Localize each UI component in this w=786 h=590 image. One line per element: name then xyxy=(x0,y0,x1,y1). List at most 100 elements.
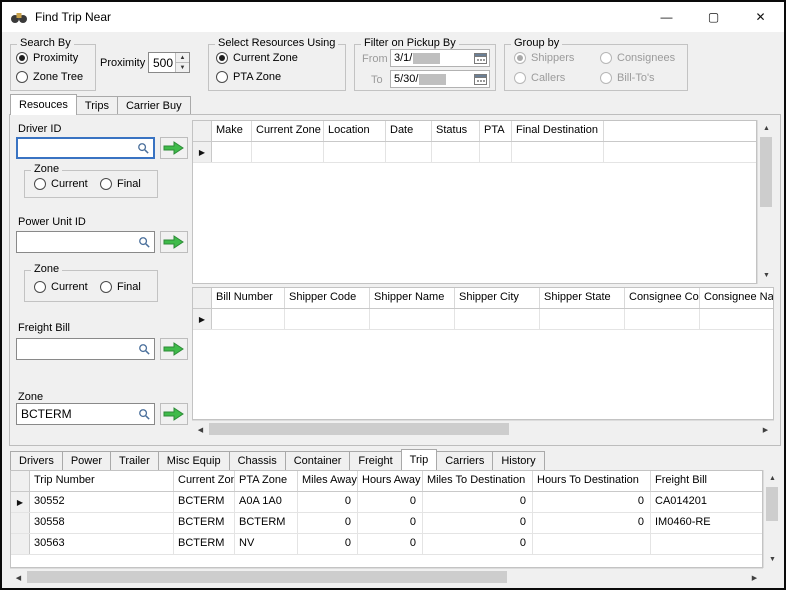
radio-bill-tos[interactable]: Bill-To's xyxy=(600,72,655,84)
scrollbar-thumb[interactable] xyxy=(760,137,772,207)
cell-hours-to-destination[interactable]: 0 xyxy=(533,513,651,533)
cell-trip-number[interactable]: 30552 xyxy=(30,492,174,512)
table-row[interactable]: 30558 BCTERM BCTERM 0 0 0 0 IM0460-RE xyxy=(11,513,762,534)
cell-hours-away[interactable]: 0 xyxy=(358,492,423,512)
column-header-hours-away[interactable]: Hours Away xyxy=(358,471,423,491)
scroll-down-icon[interactable]: ▼ xyxy=(758,267,775,284)
cell-trip-number[interactable]: 30563 xyxy=(30,534,174,554)
radio-zone-tree[interactable]: Zone Tree xyxy=(16,71,83,83)
tab-carriers[interactable]: Carriers xyxy=(436,451,493,470)
tab-carrier-buy[interactable]: Carrier Buy xyxy=(117,96,191,115)
equipment-grid-new-row[interactable]: ▶ xyxy=(193,142,756,163)
tab-chassis[interactable]: Chassis xyxy=(229,451,286,470)
radio-shippers[interactable]: Shippers xyxy=(514,52,574,64)
spinner-down-icon[interactable]: ▼ xyxy=(176,63,189,72)
cell-miles-to-destination[interactable]: 0 xyxy=(423,492,533,512)
proximity-spinner[interactable]: 500 ▲ ▼ xyxy=(148,52,190,73)
scroll-left-icon[interactable]: ◀ xyxy=(10,569,27,586)
driver-id-input[interactable] xyxy=(16,137,155,159)
freight-bill-go-button[interactable] xyxy=(160,338,188,360)
column-header-shipper-state[interactable]: Shipper State xyxy=(540,288,625,308)
lookup-icon[interactable] xyxy=(135,140,152,156)
cell-freight-bill[interactable]: CA014201 xyxy=(651,492,763,512)
zone-input[interactable]: BCTERM xyxy=(16,403,155,425)
radio-proximity[interactable]: Proximity xyxy=(16,52,78,64)
tab-power[interactable]: Power xyxy=(62,451,111,470)
radio-power-zone-current[interactable]: Current xyxy=(34,281,88,293)
tab-resources[interactable]: Resouces xyxy=(10,94,77,115)
cell-hours-away[interactable]: 0 xyxy=(358,534,423,554)
shipment-grid-hscrollbar[interactable]: ◀ ▶ xyxy=(192,420,774,437)
cell-pta-zone[interactable]: A0A 1A0 xyxy=(235,492,298,512)
column-header-location[interactable]: Location xyxy=(324,121,386,141)
lookup-icon[interactable] xyxy=(136,234,153,250)
column-header-bill-number[interactable]: Bill Number xyxy=(212,288,285,308)
table-row[interactable]: ▶ 30552 BCTERM A0A 1A0 0 0 0 0 CA014201 xyxy=(11,492,762,513)
tab-drivers[interactable]: Drivers xyxy=(10,451,63,470)
cell-miles-away[interactable]: 0 xyxy=(298,492,358,512)
freight-bill-input[interactable] xyxy=(16,338,155,360)
tab-trip[interactable]: Trip xyxy=(401,449,438,470)
scrollbar-track[interactable] xyxy=(758,137,774,267)
cell-hours-to-destination[interactable] xyxy=(533,534,651,554)
shipment-grid-new-row[interactable]: ▶ xyxy=(193,309,773,330)
row-marker-icon[interactable]: ▶ xyxy=(11,492,30,512)
column-header-make[interactable]: Make xyxy=(212,121,252,141)
scroll-up-icon[interactable]: ▲ xyxy=(764,470,781,487)
trip-grid-vscrollbar[interactable]: ▲ ▼ xyxy=(763,470,780,568)
column-header-pta[interactable]: PTA xyxy=(480,121,512,141)
column-header-current-zone[interactable]: Current Zone xyxy=(174,471,235,491)
calendar-icon[interactable] xyxy=(472,50,489,66)
scroll-right-icon[interactable]: ▶ xyxy=(757,421,774,438)
scrollbar-track[interactable] xyxy=(764,487,780,551)
radio-pta-zone[interactable]: PTA Zone xyxy=(216,71,281,83)
column-header-status[interactable]: Status xyxy=(432,121,480,141)
cell-freight-bill[interactable]: IM0460-RE xyxy=(651,513,763,533)
scroll-up-icon[interactable]: ▲ xyxy=(758,120,775,137)
tab-misc-equip[interactable]: Misc Equip xyxy=(158,451,230,470)
scroll-down-icon[interactable]: ▼ xyxy=(764,551,781,568)
radio-callers[interactable]: Callers xyxy=(514,72,565,84)
column-header-shipper-name[interactable]: Shipper Name xyxy=(370,288,455,308)
cell-current-zone[interactable]: BCTERM xyxy=(174,513,235,533)
column-header-consignee-name[interactable]: Consignee Name xyxy=(700,288,774,308)
tab-history[interactable]: History xyxy=(492,451,544,470)
cell-pta-zone[interactable]: NV xyxy=(235,534,298,554)
column-header-miles-to-destination[interactable]: Miles To Destination xyxy=(423,471,533,491)
scrollbar-track[interactable] xyxy=(209,421,757,437)
close-button[interactable]: ✕ xyxy=(737,2,784,32)
tab-freight[interactable]: Freight xyxy=(349,451,401,470)
power-unit-input[interactable] xyxy=(16,231,155,253)
cell-miles-to-destination[interactable]: 0 xyxy=(423,534,533,554)
equipment-grid-vscrollbar[interactable]: ▲ ▼ xyxy=(757,120,774,284)
radio-driver-zone-final[interactable]: Final xyxy=(100,178,141,190)
tab-container[interactable]: Container xyxy=(285,451,351,470)
column-header-shipper-code[interactable]: Shipper Code xyxy=(285,288,370,308)
column-header-final-destination[interactable]: Final Destination xyxy=(512,121,604,141)
scrollbar-thumb[interactable] xyxy=(766,487,778,521)
row-marker-cell[interactable] xyxy=(11,534,30,554)
cell-current-zone[interactable]: BCTERM xyxy=(174,492,235,512)
trip-grid-hscrollbar[interactable]: ◀ ▶ xyxy=(10,568,763,585)
tab-trailer[interactable]: Trailer xyxy=(110,451,159,470)
cell-hours-away[interactable]: 0 xyxy=(358,513,423,533)
scrollbar-track[interactable] xyxy=(27,569,746,585)
column-header-freight-bill[interactable]: Freight Bill xyxy=(651,471,763,491)
column-header-miles-away[interactable]: Miles Away xyxy=(298,471,358,491)
scrollbar-thumb[interactable] xyxy=(209,423,509,435)
column-header-hours-to-destination[interactable]: Hours To Destination xyxy=(533,471,651,491)
minimize-button[interactable]: — xyxy=(643,2,690,32)
cell-pta-zone[interactable]: BCTERM xyxy=(235,513,298,533)
calendar-icon[interactable] xyxy=(472,71,489,87)
lookup-icon[interactable] xyxy=(136,406,153,422)
spinner-up-icon[interactable]: ▲ xyxy=(176,53,189,63)
cell-miles-to-destination[interactable]: 0 xyxy=(423,513,533,533)
driver-id-go-button[interactable] xyxy=(160,137,188,159)
power-unit-go-button[interactable] xyxy=(160,231,188,253)
cell-miles-away[interactable]: 0 xyxy=(298,513,358,533)
radio-current-zone[interactable]: Current Zone xyxy=(216,52,298,64)
pickup-from-input[interactable]: 3/1/ xyxy=(390,49,490,67)
cell-miles-away[interactable]: 0 xyxy=(298,534,358,554)
cell-trip-number[interactable]: 30558 xyxy=(30,513,174,533)
column-header-consignee-code[interactable]: Consignee Code xyxy=(625,288,700,308)
